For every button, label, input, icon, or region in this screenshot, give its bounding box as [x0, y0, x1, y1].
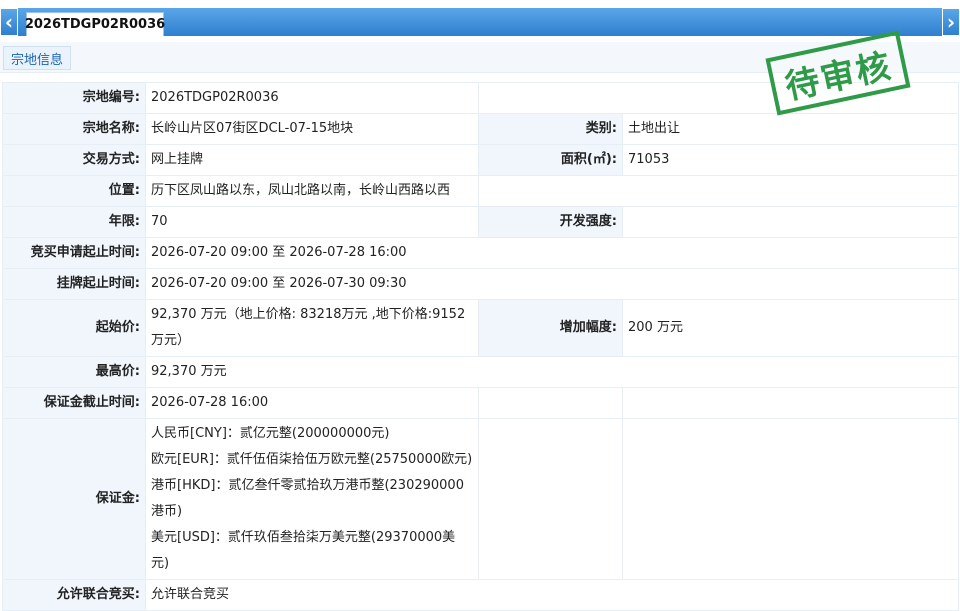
deposit-value: 人民币[CNY]：贰亿元整(200000000元) 欧元[EUR]：贰仟伍佰柒拾…: [145, 418, 479, 580]
deposit-cny: 人民币[CNY]：贰亿元整(200000000元): [151, 426, 390, 441]
deposit-usd: 美元[USD]：贰仟玖佰叁拾柒万美元整(29370000美元): [151, 530, 456, 571]
table-row: 挂牌起止时间: 2026-07-20 09:00 至 2026-07-30 09…: [2, 268, 959, 300]
location-value: 历下区凤山路以东，凤山北路以南，长岭山西路以西: [145, 175, 479, 207]
trade-method-value: 网上挂牌: [145, 144, 479, 176]
increment-value: 200 万元: [622, 299, 959, 357]
density-label: 开发强度:: [478, 206, 623, 238]
chevron-right-icon: ›: [946, 10, 956, 34]
deposit-deadline-label: 保证金截止时间:: [2, 387, 146, 419]
section-tab-label: 宗地信息: [11, 52, 64, 68]
listing-time-value: 2026-07-20 09:00 至 2026-07-30 09:30: [145, 268, 959, 300]
parcel-no-value: 2026TDGP02R0036: [145, 82, 479, 114]
deposit-eur: 欧元[EUR]：贰仟伍佰柒拾伍万欧元整(25750000欧元): [151, 452, 473, 467]
deposit-deadline-value: 2026-07-28 16:00: [145, 387, 479, 419]
empty-cell: [622, 418, 959, 580]
joint-bid-label: 允许联合竞买:: [2, 579, 146, 611]
scroll-left-button[interactable]: ‹: [0, 8, 18, 36]
start-price-label: 起始价:: [2, 299, 146, 357]
area-value: 71053: [622, 144, 959, 176]
parcel-no-label: 宗地编号:: [2, 82, 146, 114]
term-value: 70: [145, 206, 479, 238]
chevron-left-icon: ‹: [4, 10, 14, 34]
table-row: 竞买申请起止时间: 2026-07-20 09:00 至 2026-07-28 …: [2, 237, 959, 269]
table-row: 保证金: 人民币[CNY]：贰亿元整(200000000元) 欧元[EUR]：贰…: [2, 418, 959, 580]
table-row: 年限: 70 开发强度:: [2, 206, 959, 238]
table-row: 保证金截止时间: 2026-07-28 16:00: [2, 387, 959, 419]
category-value: 土地出让: [622, 113, 959, 145]
trade-method-label: 交易方式:: [2, 144, 146, 176]
term-label: 年限:: [2, 206, 146, 238]
tab-label: 2026TDGP02R0036: [24, 17, 166, 32]
table-row: 位置: 历下区凤山路以东，凤山北路以南，长岭山西路以西: [2, 175, 959, 207]
joint-bid-value: 允许联合竞买: [145, 579, 959, 611]
table-row: 起始价: 92,370 万元（地上价格: 83218万元 ,地下价格:9152万…: [2, 299, 959, 357]
parcel-info-table: 宗地编号: 2026TDGP02R0036 宗地名称: 长岭山片区07街区DCL…: [2, 82, 959, 611]
section-tab-parcel-info[interactable]: 宗地信息: [3, 46, 72, 70]
density-value: [622, 206, 959, 238]
empty-cell: [478, 387, 623, 419]
scroll-right-button[interactable]: ›: [942, 8, 960, 36]
deposit-hkd: 港币[HKD]：贰亿叁仟零贰拾玖万港币整(230290000港币): [151, 478, 464, 519]
apply-time-label: 竞买申请起止时间:: [2, 237, 146, 269]
max-price-label: 最高价:: [2, 356, 146, 388]
category-label: 类别:: [478, 113, 623, 145]
table-row: 允许联合竞买: 允许联合竞买: [2, 579, 959, 611]
start-price-value: 92,370 万元（地上价格: 83218万元 ,地下价格:9152万元）: [145, 299, 479, 357]
apply-time-value: 2026-07-20 09:00 至 2026-07-28 16:00: [145, 237, 959, 269]
tab-parcel[interactable]: 2026TDGP02R0036: [24, 12, 166, 36]
listing-time-label: 挂牌起止时间:: [2, 268, 146, 300]
table-row: 最高价: 92,370 万元: [2, 356, 959, 388]
max-price-value: 92,370 万元: [145, 356, 959, 388]
empty-cell: [622, 387, 959, 419]
parcel-name-label: 宗地名称:: [2, 113, 146, 145]
location-label: 位置:: [2, 175, 146, 207]
table-row: 宗地名称: 长岭山片区07街区DCL-07-15地块 类别: 土地出让: [2, 113, 959, 145]
increment-label: 增加幅度:: [478, 299, 623, 357]
deposit-label: 保证金:: [2, 418, 146, 580]
table-row: 交易方式: 网上挂牌 面积(㎡): 71053: [2, 144, 959, 176]
empty-cell: [478, 175, 959, 207]
area-label: 面积(㎡):: [478, 144, 623, 176]
parcel-name-value: 长岭山片区07街区DCL-07-15地块: [145, 113, 479, 145]
empty-cell: [478, 418, 623, 580]
